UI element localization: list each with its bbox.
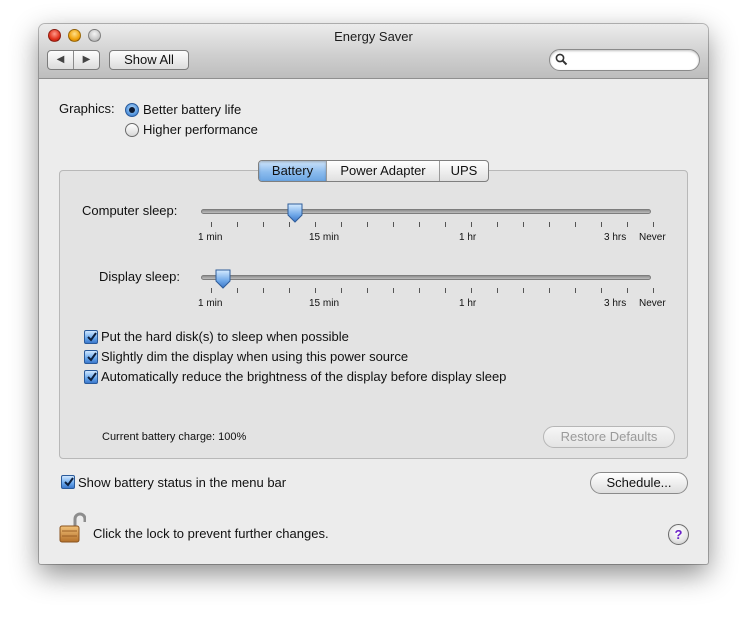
- computer-sleep-tick: [653, 222, 654, 227]
- back-arrow-icon[interactable]: ◀: [48, 51, 74, 69]
- checkbox-hard-disk-sleep-label[interactable]: Put the hard disk(s) to sleep when possi…: [101, 329, 349, 344]
- display-sleep-tick: [263, 288, 264, 293]
- display-sleep-tick: [341, 288, 342, 293]
- window-title: Energy Saver: [334, 29, 413, 44]
- display-sleep-tick: [445, 288, 446, 293]
- checkbox-dim-display-label[interactable]: Slightly dim the display when using this…: [101, 349, 408, 364]
- computer-sleep-tick: [627, 222, 628, 227]
- checkbox-reduce-brightness-label[interactable]: Automatically reduce the brightness of t…: [101, 369, 506, 384]
- display-sleep-tick: [211, 288, 212, 293]
- search-input[interactable]: [570, 52, 692, 68]
- restore-defaults-button[interactable]: Restore Defaults: [543, 426, 675, 448]
- display-sleep-tick: [315, 288, 316, 293]
- power-source-tabs: Battery Power Adapter UPS: [258, 160, 489, 182]
- display-sleep-tick: [549, 288, 550, 293]
- checkbox-dim-display[interactable]: [84, 350, 98, 364]
- checkbox-hard-disk-sleep[interactable]: [84, 330, 98, 344]
- checkbox-show-battery-status-label[interactable]: Show battery status in the menu bar: [78, 475, 286, 490]
- computer-sleep-tick-label-1min: 1 min: [198, 232, 223, 243]
- display-sleep-tick: [237, 288, 238, 293]
- computer-sleep-tick: [471, 222, 472, 227]
- computer-sleep-tick: [549, 222, 550, 227]
- graphics-label: Graphics:: [59, 101, 115, 116]
- computer-sleep-tick: [341, 222, 342, 227]
- radio-better-battery-life[interactable]: [125, 103, 139, 117]
- display-sleep-tick: [393, 288, 394, 293]
- radio-higher-performance-label[interactable]: Higher performance: [143, 122, 258, 137]
- display-sleep-tick: [419, 288, 420, 293]
- display-sleep-tick: [627, 288, 628, 293]
- checkmark-icon: [64, 477, 74, 487]
- display-sleep-tick: [601, 288, 602, 293]
- computer-sleep-tick: [523, 222, 524, 227]
- display-sleep-tick: [497, 288, 498, 293]
- computer-sleep-tick: [445, 222, 446, 227]
- computer-sleep-tick: [211, 222, 212, 227]
- search-field[interactable]: [549, 49, 700, 71]
- computer-sleep-label: Computer sleep:: [82, 203, 178, 218]
- display-sleep-tick: [367, 288, 368, 293]
- lock-instruction-text: Click the lock to prevent further change…: [93, 526, 329, 541]
- checkmark-icon: [87, 332, 97, 342]
- computer-sleep-tick: [237, 222, 238, 227]
- computer-sleep-tick-label-15min: 15 min: [309, 232, 340, 243]
- computer-sleep-tick: [315, 222, 316, 227]
- checkmark-icon: [87, 352, 97, 362]
- energy-saver-window: Energy Saver ◀ ▶ Show All Graphics: Bett…: [39, 24, 708, 564]
- checkbox-reduce-brightness[interactable]: [84, 370, 98, 384]
- checkmark-icon: [87, 372, 97, 382]
- computer-sleep-tick-label-1hr: 1 hr: [459, 232, 477, 243]
- computer-sleep-tick-label-3hrs: 3 hrs: [604, 232, 627, 243]
- display-sleep-tick: [471, 288, 472, 293]
- display-sleep-tick: [575, 288, 576, 293]
- computer-sleep-tick: [393, 222, 394, 227]
- display-sleep-tick: [523, 288, 524, 293]
- computer-sleep-tick: [367, 222, 368, 227]
- tab-power-adapter[interactable]: Power Adapter: [327, 161, 440, 181]
- computer-sleep-tick: [263, 222, 264, 227]
- display-sleep-tick-label-3hrs: 3 hrs: [604, 298, 627, 309]
- computer-sleep-tick: [497, 222, 498, 227]
- display-sleep-tick: [289, 288, 290, 293]
- computer-sleep-track[interactable]: [201, 209, 651, 214]
- help-button[interactable]: ?: [668, 524, 689, 545]
- display-sleep-label: Display sleep:: [99, 269, 180, 284]
- search-icon: [555, 53, 568, 66]
- title-bar: Energy Saver ◀ ▶ Show All: [39, 24, 708, 79]
- battery-charge-status: Current battery charge: 100%: [102, 431, 247, 443]
- display-sleep-tick-label-never: Never: [639, 298, 666, 309]
- show-all-button[interactable]: Show All: [109, 50, 189, 70]
- computer-sleep-tick: [575, 222, 576, 227]
- computer-sleep-tick: [419, 222, 420, 227]
- tab-ups[interactable]: UPS: [440, 161, 488, 181]
- display-sleep-tick-label-15min: 15 min: [309, 298, 340, 309]
- computer-sleep-slider-thumb[interactable]: [287, 203, 303, 223]
- computer-sleep-tick-label-never: Never: [639, 232, 666, 243]
- display-sleep-tick-label-1hr: 1 hr: [459, 298, 477, 309]
- radio-better-battery-life-label[interactable]: Better battery life: [143, 102, 241, 117]
- padlock-open-icon[interactable]: [58, 512, 86, 544]
- checkbox-show-battery-status[interactable]: [61, 475, 75, 489]
- radio-higher-performance[interactable]: [125, 123, 139, 137]
- display-sleep-tick-label-1min: 1 min: [198, 298, 223, 309]
- back-forward-control: ◀ ▶: [47, 50, 100, 70]
- tab-battery[interactable]: Battery: [259, 161, 327, 181]
- display-sleep-tick: [653, 288, 654, 293]
- computer-sleep-tick: [601, 222, 602, 227]
- computer-sleep-tick: [289, 222, 290, 227]
- schedule-button[interactable]: Schedule...: [590, 472, 688, 494]
- display-sleep-slider-thumb[interactable]: [215, 269, 231, 289]
- forward-arrow-icon[interactable]: ▶: [74, 51, 99, 69]
- display-sleep-track[interactable]: [201, 275, 651, 280]
